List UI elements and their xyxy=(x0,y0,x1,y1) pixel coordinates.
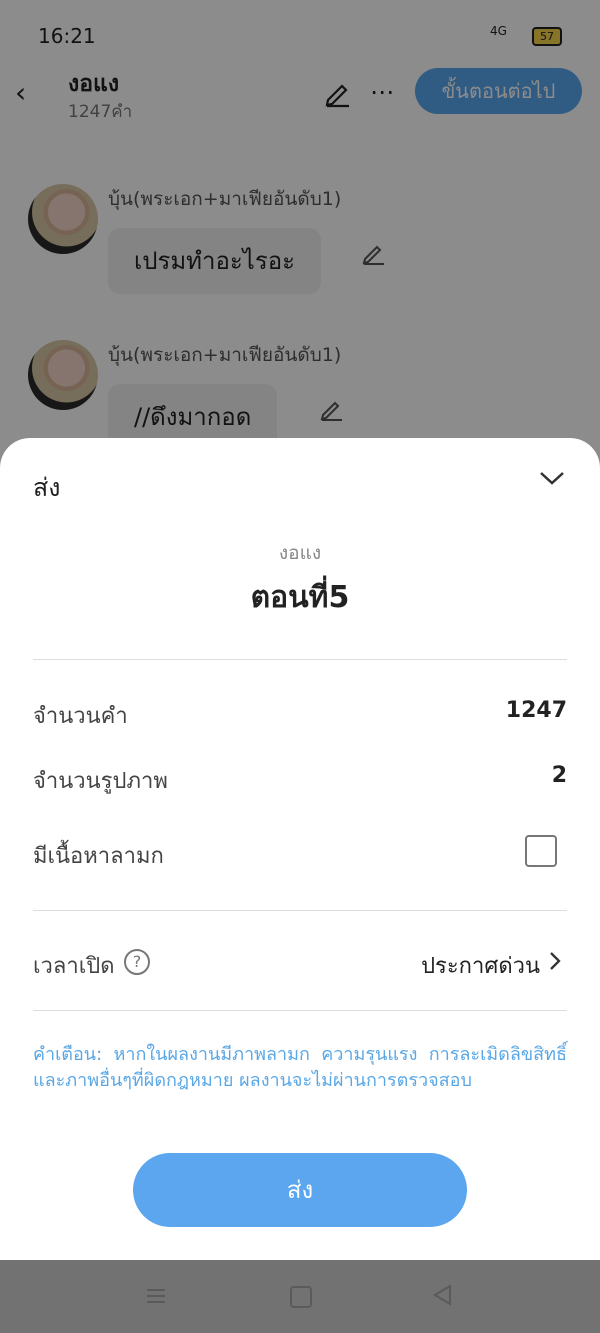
send-sheet: ส่ง งอแง ตอนที่5 จำนวนคำ 1247 จำนวนรูปภา… xyxy=(0,438,600,1260)
home-icon[interactable] xyxy=(290,1286,312,1308)
open-time-value[interactable]: ประกาศด่วน xyxy=(421,948,540,983)
divider xyxy=(33,910,567,911)
image-count-value: 2 xyxy=(551,763,567,788)
divider xyxy=(33,1010,567,1011)
chevron-right-icon[interactable] xyxy=(545,949,565,973)
image-count-label: จำนวนรูปภาพ xyxy=(33,769,168,794)
warning-text: คำเตือน: หากในผลงานมีภาพลามก ความรุนแรง … xyxy=(33,1044,567,1091)
chapter-title: ตอนที่5 xyxy=(250,580,350,615)
open-time-label: เวลาเปิด xyxy=(33,954,115,979)
sheet-title: ส่ง xyxy=(33,473,61,502)
chevron-down-icon[interactable] xyxy=(538,468,566,488)
nav-back-icon[interactable] xyxy=(432,1284,452,1306)
help-icon[interactable]: ? xyxy=(124,949,150,975)
menu-icon[interactable] xyxy=(145,1287,167,1305)
word-count-value: 1247 xyxy=(505,698,567,723)
adult-content-label: มีเนื้อหาลามก xyxy=(33,844,164,869)
story-name: งอแง xyxy=(278,542,322,564)
send-button[interactable]: ส่ง xyxy=(133,1153,467,1227)
divider xyxy=(33,659,567,660)
word-count-label: จำนวนคำ xyxy=(33,704,128,729)
adult-content-checkbox[interactable] xyxy=(525,835,557,867)
